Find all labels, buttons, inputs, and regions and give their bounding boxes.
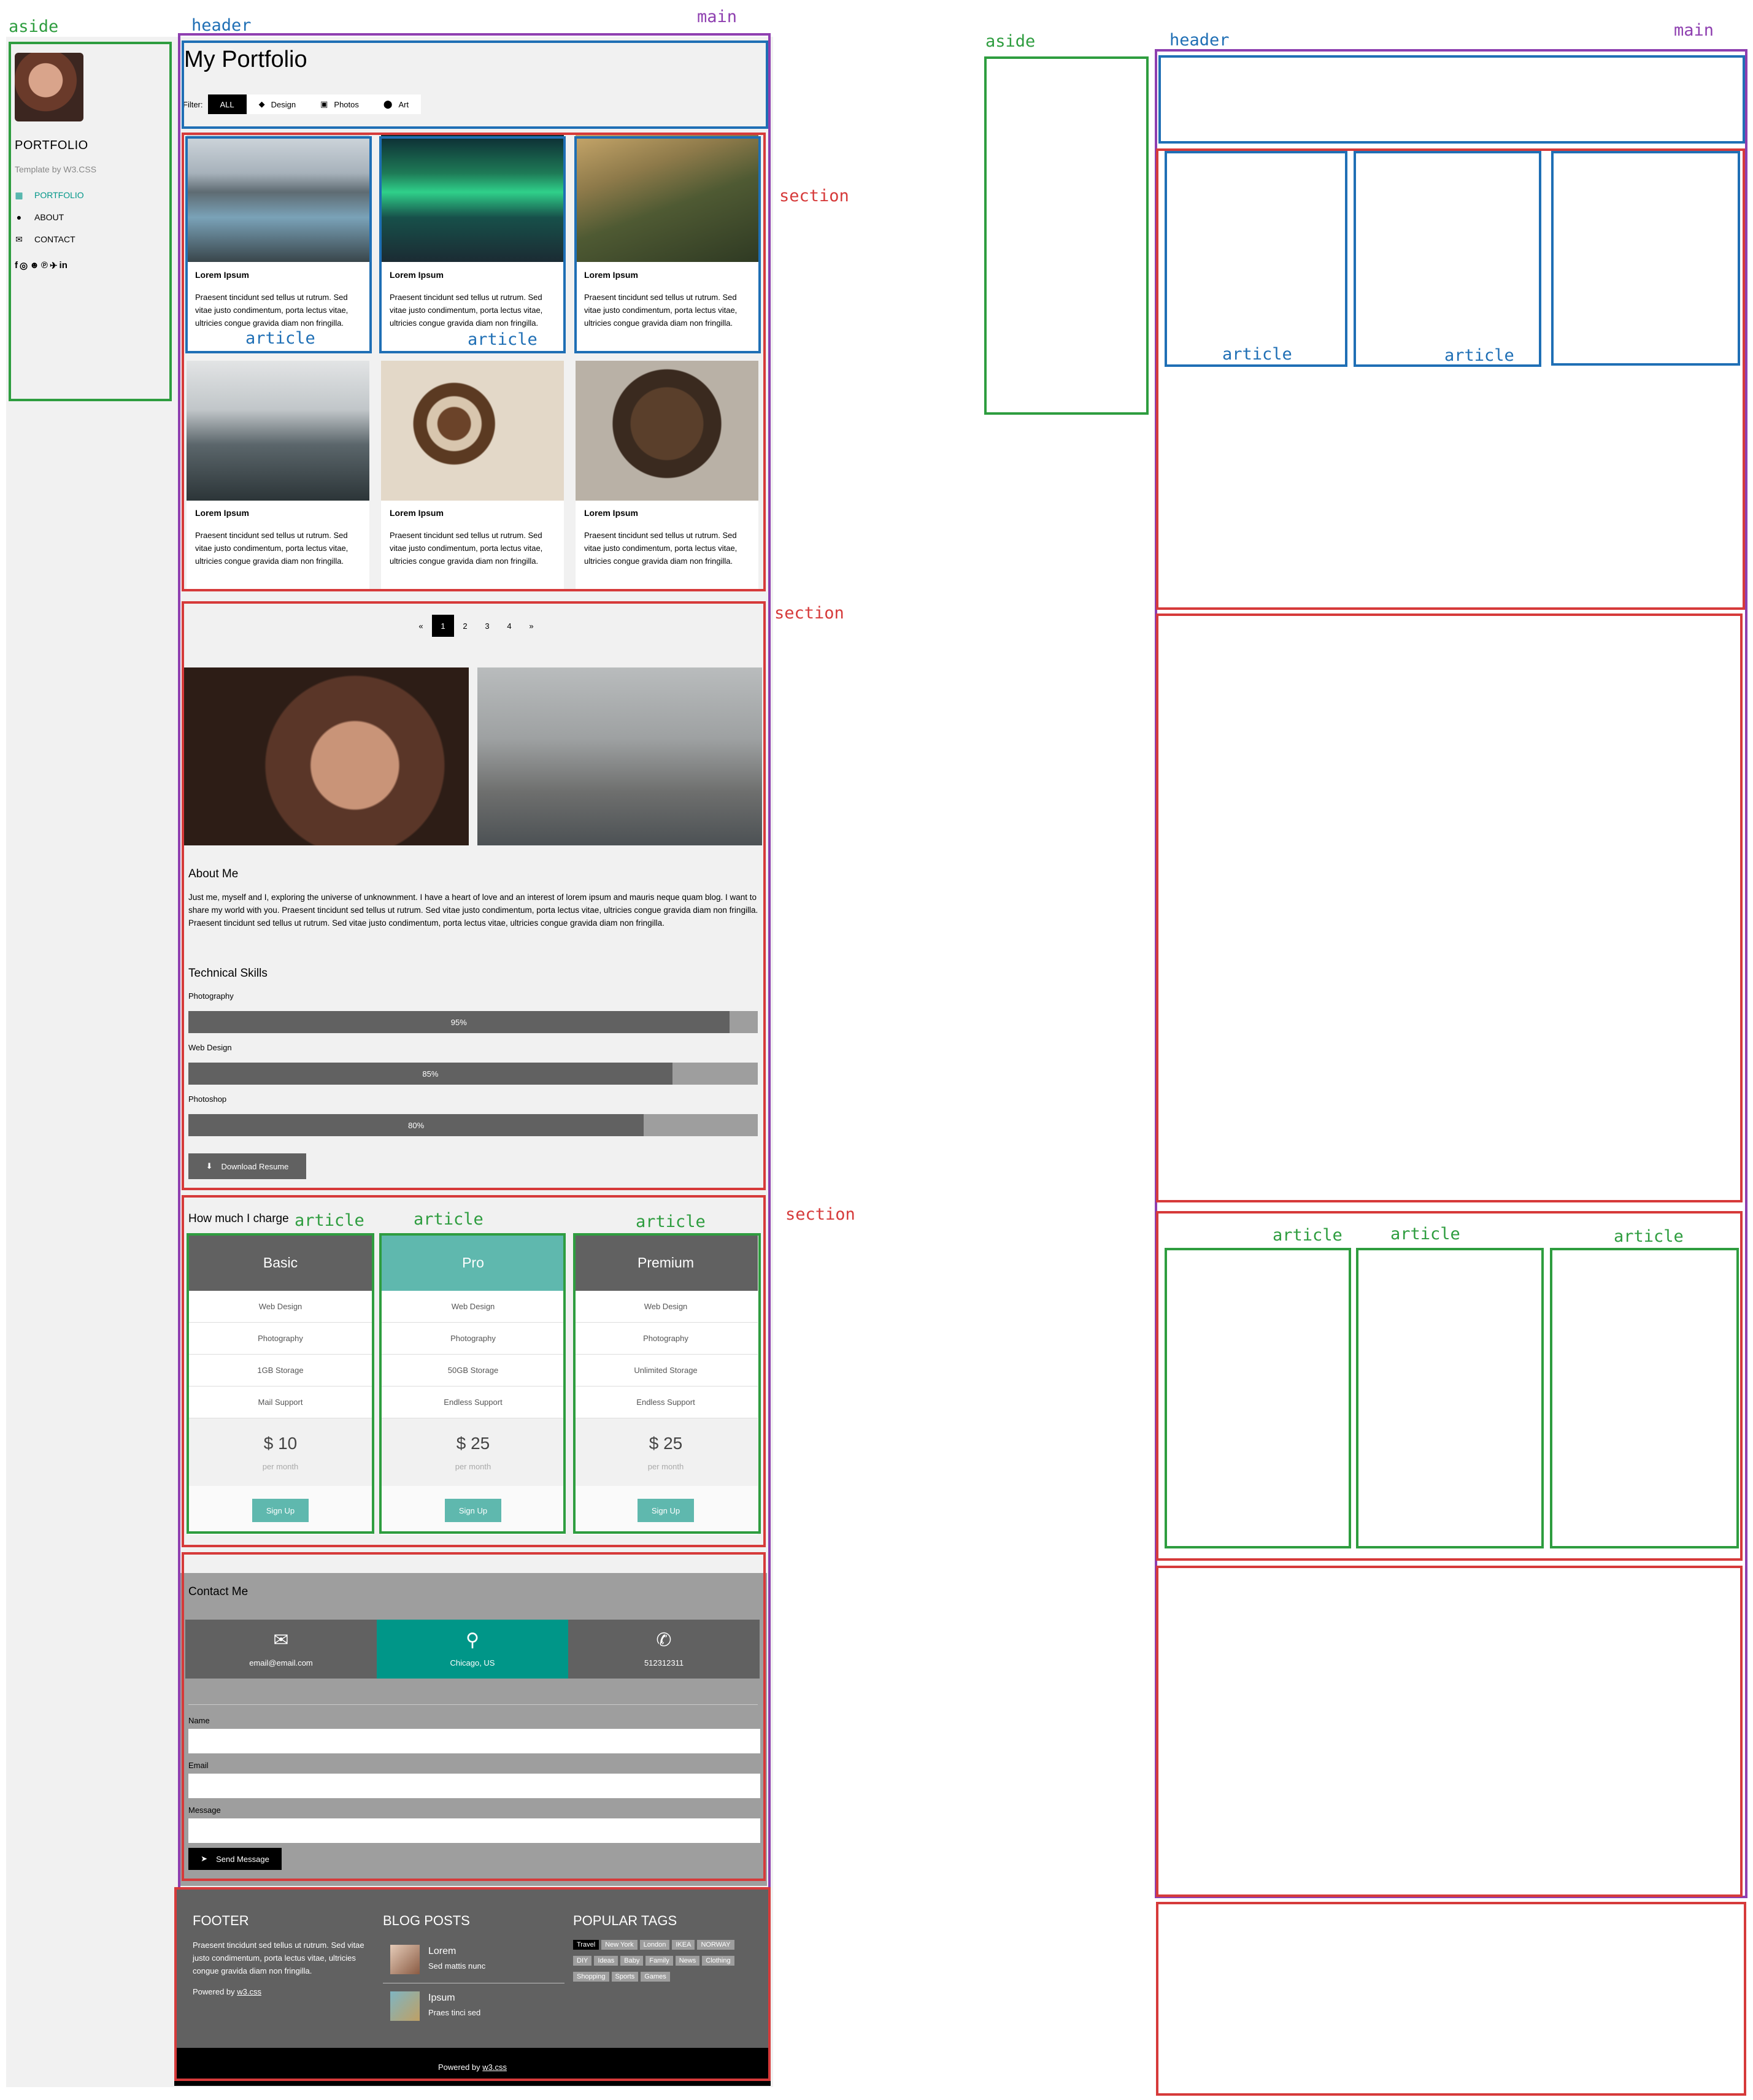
wireframe-header-box [1158,55,1745,144]
wireframe-article-box [1165,151,1347,367]
annotation-article-box [187,1233,374,1534]
annotation-article-box [574,136,761,353]
annotation-article-box [573,1233,761,1534]
annotation-main: main [1674,21,1714,40]
annotation-main: main [697,7,738,26]
annotation-contact-box [182,1552,766,1881]
wireframe-article-box [1354,151,1541,367]
annotation-section-1: section [779,187,849,206]
annotation-article: article [1444,346,1514,365]
wireframe-article-box [1165,1248,1351,1548]
wireframe-contact-box [1156,1566,1743,1897]
annotation-article: article [636,1212,706,1231]
annotation-article-box [379,1233,566,1534]
wireframe-article-box [1356,1248,1544,1548]
annotation-article: article [1222,345,1292,364]
annotation-article-box [379,136,566,353]
annotation-article: article [468,330,537,349]
annotation-aside-box [9,42,172,401]
wireframe-article-box [1551,151,1740,366]
annotation-footer-box [174,1887,771,2081]
annotation-aside: aside [985,32,1036,51]
annotation-article: article [1614,1227,1684,1246]
annotation-section-2-box [182,601,766,1190]
annotation-aside: aside [9,17,59,36]
wireframe-footer-box [1156,1902,1746,2096]
annotation-article: article [1273,1226,1343,1245]
annotation-article-box [185,136,372,353]
wireframe-section-box [1156,613,1743,1202]
wireframe-aside-box [984,56,1149,415]
annotation-article: article [295,1211,364,1230]
annotation-article: article [245,329,315,348]
annotation-section-3: section [785,1205,855,1224]
wireframe-article-box [1550,1248,1739,1548]
annotation-article: article [414,1210,484,1229]
annotation-header: header [1169,31,1230,50]
annotation-article: article [1390,1225,1460,1244]
annotation-section-2: section [774,604,844,623]
annotation-header-box [182,40,768,129]
annotation-header: header [191,16,252,35]
